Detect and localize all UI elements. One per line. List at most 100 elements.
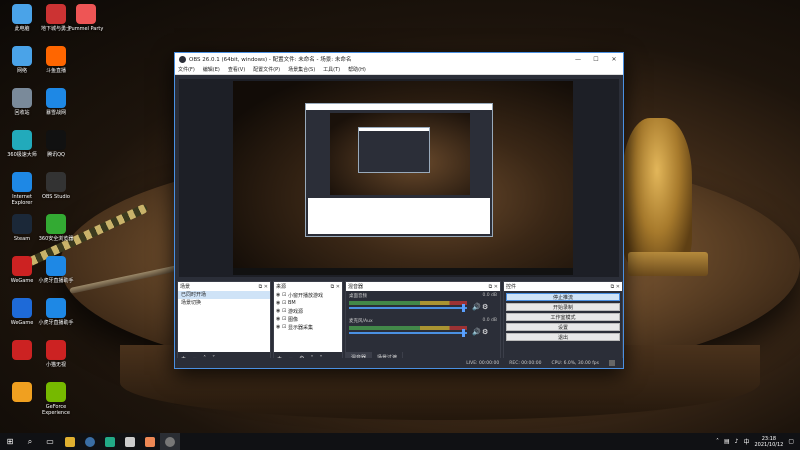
- volume-slider-handle[interactable]: [462, 304, 465, 312]
- volume-slider[interactable]: [349, 307, 467, 309]
- source-item[interactable]: ◉ ⊡ 游戏源: [274, 307, 342, 315]
- stop-streaming-button[interactable]: 停止推流: [506, 293, 620, 301]
- search-icon[interactable]: ⌕: [20, 433, 40, 450]
- scene-item[interactable]: 已同时开场: [178, 291, 270, 299]
- desktop-icon-label: Internet Explorer: [11, 194, 33, 206]
- menu-profile[interactable]: 配置文件(P): [253, 66, 280, 73]
- desktop-icon[interactable]: WeGame: [4, 256, 40, 284]
- desktop-icon[interactable]: 此电脑: [4, 4, 40, 32]
- speaker-icon[interactable]: ♪: [735, 438, 739, 445]
- obs-window[interactable]: OBS 26.0.1 (64bit, windows) - 配置文件: 未命名 …: [174, 52, 624, 369]
- desktop-icon[interactable]: 小虎牙直播助手: [38, 256, 74, 284]
- app-icon: [12, 298, 32, 318]
- taskbar-app-icon[interactable]: [60, 433, 80, 450]
- volume-slider-handle[interactable]: [462, 329, 465, 337]
- volume-slider[interactable]: [349, 332, 467, 334]
- settings-button[interactable]: 设置: [506, 323, 620, 331]
- app-icon: [12, 130, 32, 150]
- chevron-up-icon[interactable]: ˄: [716, 438, 719, 445]
- close-button[interactable]: ✕: [605, 56, 623, 63]
- desktop-icon[interactable]: 斗鱼直播: [38, 46, 74, 74]
- app-icon: [46, 298, 66, 318]
- menu-view[interactable]: 查看(V): [228, 66, 245, 73]
- start-button[interactable]: ⊞: [0, 433, 20, 450]
- source-label: 游戏源: [288, 308, 304, 315]
- app-icon: [12, 46, 32, 66]
- desktop-icon[interactable]: Pummel Party: [68, 4, 104, 32]
- nested2-titlebar: [359, 128, 429, 131]
- app-icon: [12, 4, 32, 24]
- desktop-icon[interactable]: GeForce Experience: [38, 382, 74, 416]
- minimize-button[interactable]: —: [569, 56, 587, 63]
- menu-file[interactable]: 文件(F): [178, 66, 195, 73]
- desktop-icon[interactable]: 小猫无视: [38, 340, 74, 368]
- desktop-icon[interactable]: 网络: [4, 46, 40, 74]
- notification-icon[interactable]: ▢: [788, 438, 794, 445]
- desktop-icon[interactable]: 腾讯QQ: [38, 130, 74, 158]
- dock-float-close-icon[interactable]: ⧉ ✕: [611, 284, 620, 290]
- desktop-icon[interactable]: Internet Explorer: [4, 172, 40, 206]
- track-name: 麦克风/Aux: [349, 319, 373, 324]
- desktop-icon-label: 360安全浏览器: [38, 236, 74, 242]
- network-icon[interactable]: ▤: [724, 438, 730, 445]
- desktop-icon[interactable]: OBS Studio: [38, 172, 74, 200]
- desktop-icon[interactable]: 小虎牙直播助手: [38, 298, 74, 326]
- scenes-list: 已同时开场 场景切换: [178, 291, 270, 352]
- desktop-icon-label: WeGame: [10, 278, 34, 284]
- ime-icon[interactable]: 中: [743, 437, 749, 446]
- menu-edit[interactable]: 编辑(E): [203, 66, 220, 73]
- app-icon: [12, 340, 32, 360]
- sources-dock: 来源 ⧉ ✕ ◉ ⊡ 小窗开播放游戏 ◉ ⊡ BM ◉ ⊡ 游戏源 ◉ ⊡ 图像 ◉ ⊡ 显示器采集…: [273, 281, 343, 365]
- gear-icon[interactable]: ⚙: [482, 303, 488, 311]
- desktop-icon-label: 回收站: [14, 110, 30, 116]
- dock-float-close-icon[interactable]: ⧉ ✕: [489, 284, 498, 290]
- app-icon: [76, 4, 96, 24]
- nested-docks: [308, 198, 490, 234]
- exit-button[interactable]: 退出: [506, 333, 620, 341]
- obs-titlebar[interactable]: OBS 26.0.1 (64bit, windows) - 配置文件: 未命名 …: [175, 53, 623, 65]
- desktop-icon-label: 网络: [16, 68, 27, 74]
- menu-tools[interactable]: 工具(T): [323, 66, 340, 73]
- app-icon: [46, 88, 66, 108]
- desktop-icon[interactable]: Steam: [4, 214, 40, 242]
- desktop-icon[interactable]: [4, 340, 40, 362]
- sources-dock-title: 来源: [276, 284, 287, 290]
- desktop-icon[interactable]: WeGame: [4, 298, 40, 326]
- source-item[interactable]: ◉ ⊡ 图像: [274, 315, 342, 323]
- dock-float-close-icon[interactable]: ⧉ ✕: [331, 284, 340, 290]
- start-recording-button[interactable]: 开始录制: [506, 303, 620, 311]
- source-item[interactable]: ◉ ⊡ 小窗开播放游戏: [274, 291, 342, 299]
- desktop-icon[interactable]: 暴雪战网: [38, 88, 74, 116]
- gear-icon[interactable]: ⚙: [482, 328, 488, 336]
- obs-preview-area[interactable]: [179, 79, 619, 277]
- app-icon: [12, 172, 32, 192]
- obs-taskbar-icon[interactable]: [160, 433, 180, 450]
- taskbar-app-icon[interactable]: [140, 433, 160, 450]
- source-item[interactable]: ◉ ⊡ BM: [274, 299, 342, 307]
- clock-date: 2021/10/12: [754, 441, 784, 448]
- menu-scene-collection[interactable]: 场景集合(S): [288, 66, 315, 73]
- source-item[interactable]: ◉ ⊡ 显示器采集: [274, 323, 342, 331]
- taskbar-app-icon[interactable]: [120, 433, 140, 450]
- desktop-icon[interactable]: 360安全浏览器: [38, 214, 74, 242]
- studio-mode-button[interactable]: 工作室模式: [506, 313, 620, 321]
- windows-taskbar: ⊞ ⌕ ▭ ˄ ▤ ♪ 中 23:18 2021/10/12 ▢: [0, 433, 800, 450]
- volume-meter: [349, 326, 467, 330]
- speaker-icon[interactable]: 🔊: [472, 328, 481, 336]
- speaker-icon[interactable]: 🔊: [472, 303, 481, 311]
- maximize-button[interactable]: ☐: [587, 56, 605, 63]
- desktop-icon[interactable]: [4, 382, 40, 404]
- scene-item[interactable]: 场景切换: [178, 299, 270, 307]
- menu-help[interactable]: 帮助(H): [348, 66, 366, 73]
- clock[interactable]: 23:18 2021/10/12: [755, 436, 784, 448]
- controls-body: 停止推流 开始录制 工作室模式 设置 退出: [504, 291, 622, 364]
- dock-float-close-icon[interactable]: ⧉ ✕: [259, 284, 268, 290]
- mixer-track: 麦克风/Aux 0.0 dB 🔊 ⚙: [346, 316, 500, 341]
- steam-taskbar-icon[interactable]: [80, 433, 100, 450]
- desktop-icon[interactable]: 回收站: [4, 88, 40, 116]
- desktop-icon[interactable]: 360极速大师: [4, 130, 40, 158]
- preview-nested-obs-window: [305, 103, 493, 237]
- taskbar-app-icon[interactable]: [100, 433, 120, 450]
- task-view-icon[interactable]: ▭: [40, 433, 60, 450]
- preview-screen-capture: [233, 81, 573, 275]
